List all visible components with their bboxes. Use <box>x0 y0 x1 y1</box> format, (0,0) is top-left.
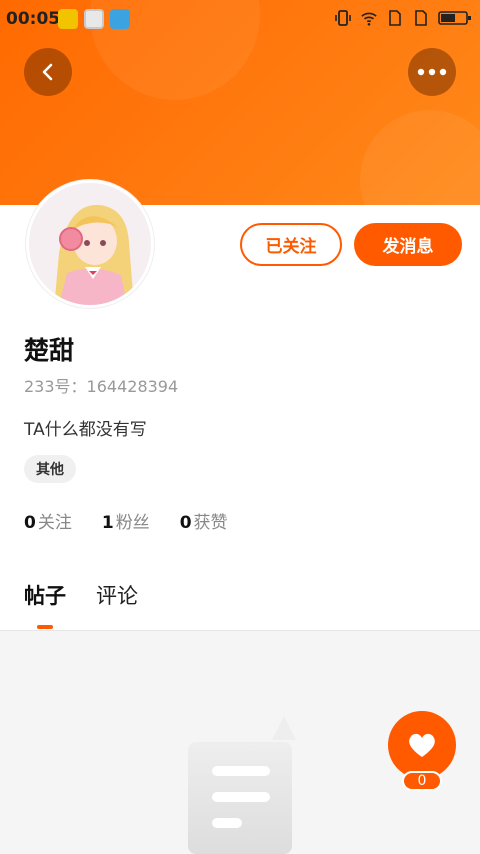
stat-following[interactable]: 0 关注 <box>24 508 72 533</box>
more-options-button[interactable] <box>408 48 456 96</box>
notification-screenshot-icon <box>110 9 130 29</box>
active-tab-indicator <box>37 625 53 629</box>
sim2-icon <box>412 9 430 27</box>
user-name: 楚甜 <box>24 336 75 365</box>
more-icon <box>417 68 447 76</box>
like-button[interactable] <box>388 711 456 779</box>
notification-app-icon-2 <box>84 9 104 29</box>
status-bar: 00:05 <box>0 0 480 38</box>
vibrate-icon <box>334 9 352 27</box>
battery-icon <box>438 9 472 27</box>
user-tag: 其他 <box>24 455 76 483</box>
sim1-icon <box>386 9 404 27</box>
avatar[interactable] <box>26 180 154 308</box>
empty-document-icon <box>188 716 296 854</box>
wifi-icon <box>360 9 378 27</box>
content-tabs: 帖子 评论 <box>24 580 138 610</box>
user-bio: TA什么都没有写 <box>24 420 147 440</box>
stat-followers[interactable]: 1 粉丝 <box>102 508 150 533</box>
chevron-left-icon <box>42 63 53 81</box>
notification-app-icon-1 <box>58 9 78 29</box>
tab-posts[interactable]: 帖子 <box>24 580 66 610</box>
send-message-button[interactable]: 发消息 <box>354 223 462 266</box>
status-time: 00:05 <box>6 9 61 29</box>
tabs-divider <box>0 630 480 631</box>
heart-icon <box>409 733 435 757</box>
back-button[interactable] <box>24 48 72 96</box>
user-id: 233号：164428394 <box>24 377 179 396</box>
stats-row: 0 关注 1 粉丝 0 获赞 <box>24 508 228 533</box>
tab-comments[interactable]: 评论 <box>96 580 138 610</box>
stat-likes[interactable]: 0 获赞 <box>180 508 228 533</box>
followed-button[interactable]: 已关注 <box>240 223 342 266</box>
like-count-badge: 0 <box>402 771 442 791</box>
avatar-illustration <box>29 183 151 305</box>
